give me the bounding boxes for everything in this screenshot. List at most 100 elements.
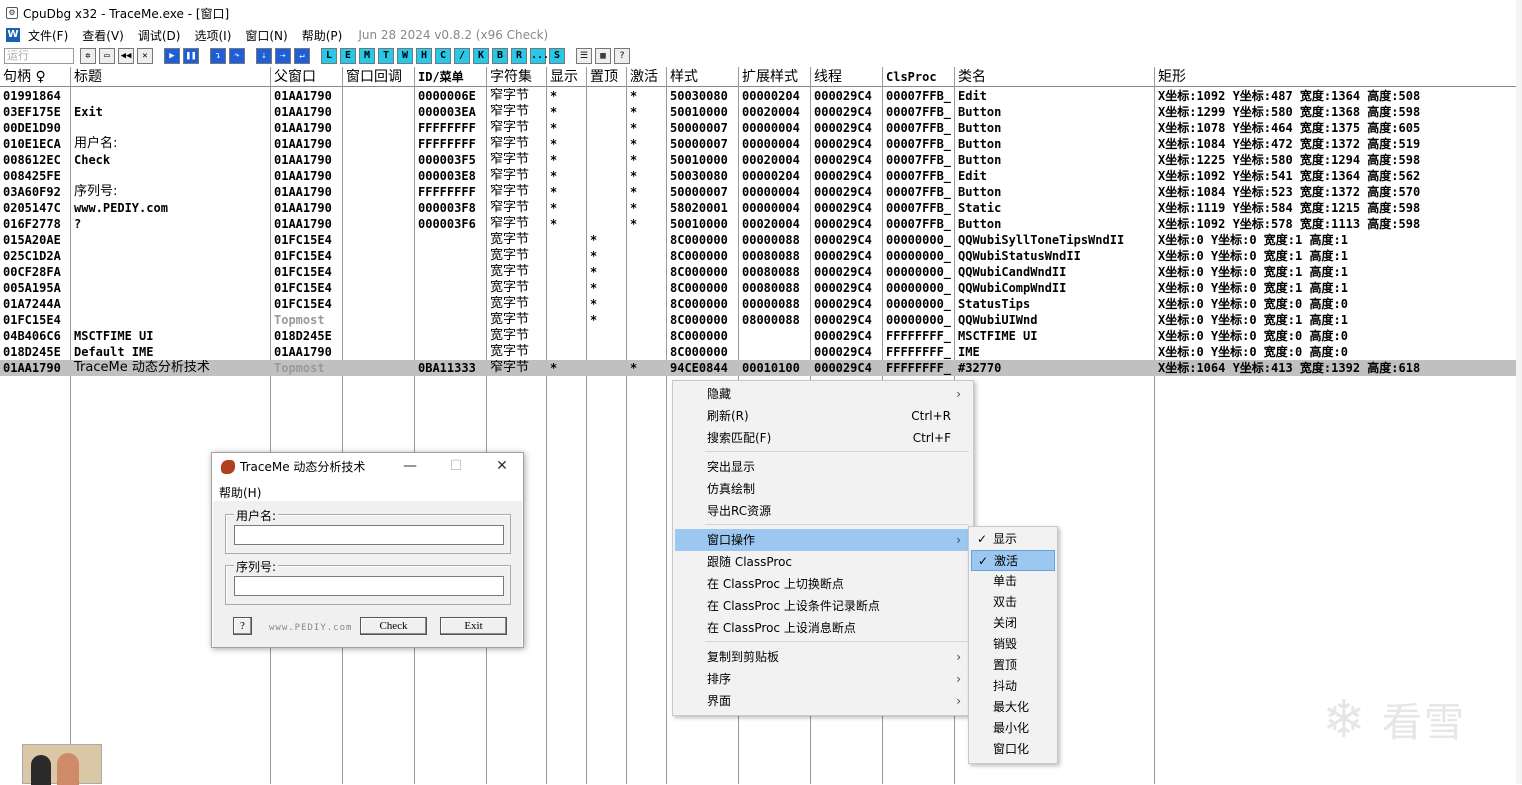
menu-file[interactable]: 文件(F): [28, 27, 68, 44]
toolbar-letter-R[interactable]: R: [511, 48, 527, 64]
context-menu-item[interactable]: 在 ClassProc 上设条件记录断点: [675, 595, 971, 617]
column-header[interactable]: ID/菜单: [415, 67, 487, 87]
maximize-icon[interactable]: ☐: [433, 453, 479, 481]
rewind-icon[interactable]: ◀◀: [118, 48, 134, 64]
toolbar-letter-B[interactable]: B: [492, 48, 508, 64]
submenu-item[interactable]: 抖动: [971, 676, 1055, 697]
column-header[interactable]: ClsProc: [883, 67, 955, 87]
minimize-icon[interactable]: —: [387, 453, 433, 481]
context-menu-item[interactable]: 隐藏 ›: [675, 383, 971, 405]
table-row[interactable]: 010E1ECA 用户名: 01AA1790 FFFFFFFF 窄字节 * * 5000000…: [0, 136, 1522, 152]
toolbar-letter-M[interactable]: M: [359, 48, 375, 64]
toolbar-letter-L[interactable]: L: [321, 48, 337, 64]
toolbar-letter-dots[interactable]: ...: [530, 48, 549, 64]
toolbar-letter-H[interactable]: H: [416, 48, 432, 64]
settings-icon[interactable]: ✲: [80, 48, 96, 64]
toolbar-letter-C[interactable]: C: [435, 48, 451, 64]
list-icon[interactable]: ☰: [576, 48, 592, 64]
menu-window[interactable]: 窗口(N): [245, 27, 287, 44]
table-row[interactable]: 018D245E Default IME 01AA1790 宽字节 8C000000 00…: [0, 344, 1522, 360]
step-over-icon[interactable]: ↷: [229, 48, 245, 64]
table-row[interactable]: 04B406C6 MSCTFIME UI 018D245E 宽字节 8C000000 00…: [0, 328, 1522, 344]
table-row[interactable]: 01A7244A 01FC15E4 宽字节 * 8C000000 00000088 0000…: [0, 296, 1522, 312]
dialog-menu-help[interactable]: 帮助(H): [219, 484, 261, 501]
column-header[interactable]: 线程: [811, 67, 883, 87]
menu-options[interactable]: 选项(I): [194, 27, 231, 44]
toolbar-letter-E[interactable]: E: [340, 48, 356, 64]
submenu-item[interactable]: ✓ 显示: [971, 529, 1055, 550]
column-header[interactable]: 父窗口: [271, 67, 343, 87]
help-icon[interactable]: ?: [614, 48, 630, 64]
submenu-item[interactable]: 双击: [971, 592, 1055, 613]
menu-view[interactable]: 查看(V): [82, 27, 124, 44]
column-header[interactable]: 窗口回调: [343, 67, 415, 87]
context-menu-item[interactable]: 搜索匹配(F) Ctrl+F: [675, 427, 971, 449]
dialog-close-icon[interactable]: ✕: [479, 453, 525, 481]
username-input[interactable]: [234, 525, 504, 545]
table-row[interactable]: 008425FE 01AA1790 000003E8 窄字节 * * 50030080 000…: [0, 168, 1522, 184]
run-icon[interactable]: ▶: [164, 48, 180, 64]
dialog-help-button[interactable]: ?: [233, 617, 252, 635]
table-row[interactable]: 0205147C www.PEDIY.com 01AA1790 000003F8 窄字节…: [0, 200, 1522, 216]
exit-button[interactable]: Exit: [440, 617, 507, 635]
table-row[interactable]: 01FC15E4 Topmost 宽字节 * 8C000000 08000088 00002…: [0, 312, 1522, 328]
table-row[interactable]: 016F2778? 01AA1790 000003F6 窄字节 * * 50010000 00…: [0, 216, 1522, 232]
submenu-item[interactable]: 单击: [971, 571, 1055, 592]
table-row[interactable]: 03EF175E Exit 01AA1790 000003EA 窄字节 * * 5001000…: [0, 104, 1522, 120]
submenu-item[interactable]: 最大化: [971, 697, 1055, 718]
menu-debug[interactable]: 调试(D): [138, 27, 181, 44]
menu-help[interactable]: 帮助(P): [302, 27, 343, 44]
column-header[interactable]: 激活: [627, 67, 667, 87]
pause-icon[interactable]: ❚❚: [183, 48, 199, 64]
column-header[interactable]: 字符集: [487, 67, 547, 87]
submenu-item[interactable]: 销毁: [971, 634, 1055, 655]
table-row[interactable]: 005A195A 01FC15E4 宽字节 * 8C000000 00080088 0000…: [0, 280, 1522, 296]
column-header[interactable]: 样式: [667, 67, 739, 87]
column-header[interactable]: 显示: [547, 67, 587, 87]
toolbar-letter-T[interactable]: T: [378, 48, 394, 64]
context-menu-item[interactable]: 复制到剪贴板 ›: [675, 646, 971, 668]
trace-over-icon[interactable]: ⇢: [275, 48, 291, 64]
column-header[interactable]: 矩形: [1155, 67, 1522, 87]
toolbar-letter-slash[interactable]: /: [454, 48, 470, 64]
context-menu-item[interactable]: 仿真绘制: [675, 478, 971, 500]
table-row[interactable]: 00DE1D90 01AA1790 FFFFFFFF 窄字节 * * 50000007 000…: [0, 120, 1522, 136]
column-header[interactable]: 类名: [955, 67, 1155, 87]
check-button[interactable]: Check: [360, 617, 427, 635]
column-header[interactable]: 置顶: [587, 67, 627, 87]
table-row[interactable]: 01AA1790 TraceMe 动态分析技术 Topmost 0BA11333 窄字节…: [0, 360, 1522, 376]
filter-input[interactable]: 运行: [4, 48, 74, 64]
context-menu-item[interactable]: 跟随 ClassProc: [675, 551, 971, 573]
table-row[interactable]: 025C1D2A 01FC15E4 宽字节 * 8C000000 00080088 0000…: [0, 248, 1522, 264]
close-icon[interactable]: ✕: [137, 48, 153, 64]
app-menu-icon[interactable]: W: [6, 28, 20, 42]
context-menu-item[interactable]: 在 ClassProc 上切换断点: [675, 573, 971, 595]
submenu-item[interactable]: 窗口化: [971, 739, 1055, 760]
context-menu-item[interactable]: 界面 ›: [675, 690, 971, 712]
toolbar-letter-K[interactable]: K: [473, 48, 489, 64]
table-row[interactable]: 01991864 01AA1790 0000006E 窄字节 * * 50030080 000…: [0, 88, 1522, 104]
context-menu-item[interactable]: 突出显示: [675, 456, 971, 478]
run-to-return-icon[interactable]: ↵: [294, 48, 310, 64]
open-icon[interactable]: ▭: [99, 48, 115, 64]
submenu-item[interactable]: 最小化: [971, 718, 1055, 739]
column-header[interactable]: 标题: [71, 67, 271, 87]
grid-icon[interactable]: ▦: [595, 48, 611, 64]
submenu-item[interactable]: 置顶: [971, 655, 1055, 676]
submenu-item[interactable]: ✓ 激活: [971, 550, 1055, 571]
table-row[interactable]: 03A60F92 序列号: 01AA1790 FFFFFFFF 窄字节 * * 5000000…: [0, 184, 1522, 200]
context-menu-item[interactable]: 在 ClassProc 上设消息断点: [675, 617, 971, 639]
column-header[interactable]: 句柄 ♀: [0, 67, 71, 87]
table-row[interactable]: 00CF28FA 01FC15E4 宽字节 * 8C000000 00080088 0000…: [0, 264, 1522, 280]
submenu-item[interactable]: 关闭: [971, 613, 1055, 634]
vertical-scrollbar[interactable]: [1516, 0, 1522, 784]
step-into-icon[interactable]: ↴: [210, 48, 226, 64]
context-menu-item[interactable]: 排序 ›: [675, 668, 971, 690]
serial-input[interactable]: [234, 576, 504, 596]
toolbar-letter-W[interactable]: W: [397, 48, 413, 64]
table-row[interactable]: 015A20AE 01FC15E4 宽字节 * 8C000000 00000088 0000…: [0, 232, 1522, 248]
toolbar-letter-S[interactable]: S: [549, 48, 565, 64]
column-header[interactable]: 扩展样式: [739, 67, 811, 87]
context-menu-item[interactable]: 导出RC资源: [675, 500, 971, 522]
table-row[interactable]: 008612EC Check 01AA1790 000003F5 窄字节 * * 500100…: [0, 152, 1522, 168]
